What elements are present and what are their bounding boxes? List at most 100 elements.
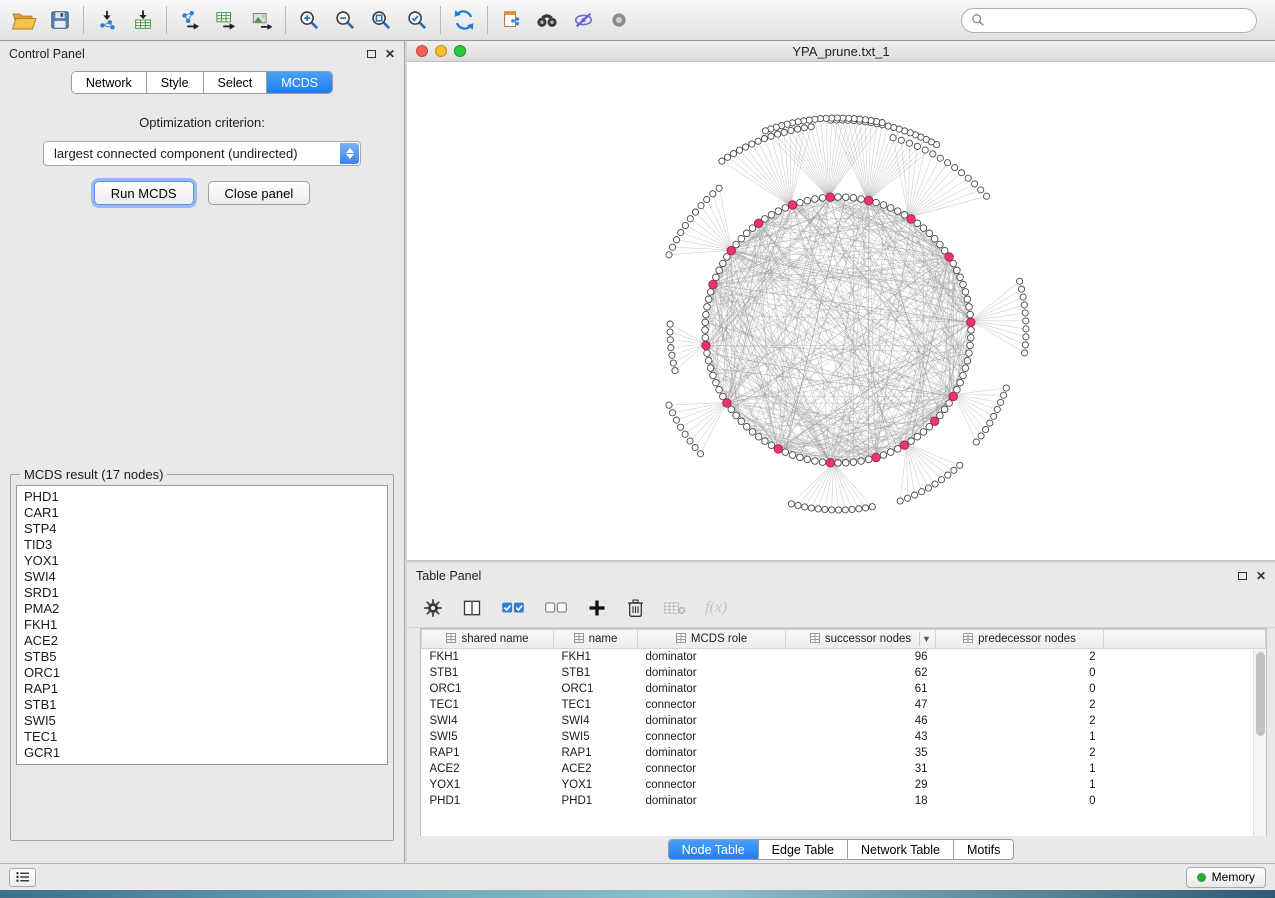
column-header-successor-nodes[interactable]: successor nodes▼ <box>786 630 936 649</box>
tab-edge-table[interactable]: Edge Table <box>759 840 848 859</box>
table-cell[interactable]: YOX1 <box>554 777 638 793</box>
duplicate-network-icon[interactable] <box>493 3 529 37</box>
close-panel-icon[interactable]: ✕ <box>385 47 395 61</box>
network-canvas[interactable] <box>407 62 1274 560</box>
table-cell[interactable]: ACE2 <box>422 761 554 777</box>
table-cell[interactable]: ORC1 <box>422 681 554 697</box>
table-cell[interactable]: dominator <box>638 649 786 665</box>
table-cell[interactable]: dominator <box>638 793 786 809</box>
sort-chevron-icon[interactable]: ▼ <box>919 632 933 646</box>
table-cell[interactable]: 0 <box>936 665 1104 681</box>
table-cell[interactable]: TEC1 <box>422 697 554 713</box>
table-cell[interactable]: connector <box>638 761 786 777</box>
result-node[interactable]: YOX1 <box>24 553 380 569</box>
table-cell[interactable]: SWI4 <box>554 713 638 729</box>
tab-mcds[interactable]: MCDS <box>267 72 332 93</box>
table-cell[interactable]: RAP1 <box>554 745 638 761</box>
column-header-MCDS-role[interactable]: MCDS role <box>638 630 786 649</box>
table-cell[interactable]: 1 <box>936 729 1104 745</box>
criterion-dropdown[interactable]: largest connected component (undirected) <box>43 141 361 166</box>
table-cell[interactable]: dominator <box>638 745 786 761</box>
table-cell[interactable]: 1 <box>936 761 1104 777</box>
result-node[interactable]: SWI5 <box>24 713 380 729</box>
result-node[interactable]: PHD1 <box>24 489 380 505</box>
node-table[interactable]: shared namenameMCDS rolesuccessor nodes▼… <box>420 628 1267 836</box>
search-box[interactable] <box>961 8 1257 33</box>
table-row[interactable]: ACE2ACE2connector311 <box>422 761 1266 777</box>
tab-node-table[interactable]: Node Table <box>669 840 759 859</box>
run-mcds-button[interactable]: Run MCDS <box>94 181 194 205</box>
zoom-in-icon[interactable] <box>291 3 327 37</box>
table-cell[interactable]: TEC1 <box>554 697 638 713</box>
delete-row-icon[interactable] <box>626 598 645 618</box>
scrollbar-thumb[interactable] <box>1256 652 1265 736</box>
network-view[interactable] <box>407 62 1275 560</box>
status-menu-icon[interactable] <box>9 868 36 887</box>
table-cell[interactable]: 18 <box>786 793 936 809</box>
columns-icon[interactable] <box>462 598 482 618</box>
table-cell[interactable]: SWI5 <box>554 729 638 745</box>
select-all-icon[interactable] <box>501 599 525 617</box>
column-header-predecessor-nodes[interactable]: predecessor nodes <box>936 630 1104 649</box>
deselect-all-icon[interactable] <box>544 599 568 617</box>
refresh-layout-icon[interactable] <box>446 3 482 37</box>
hide-details-icon[interactable] <box>565 3 601 37</box>
table-scrollbar[interactable] <box>1253 649 1266 836</box>
tab-network-table[interactable]: Network Table <box>848 840 954 859</box>
open-session-icon[interactable] <box>6 3 42 37</box>
table-row[interactable]: ORC1ORC1dominator610 <box>422 681 1266 697</box>
result-node[interactable]: ORC1 <box>24 665 380 681</box>
result-node[interactable]: RAP1 <box>24 681 380 697</box>
table-cell[interactable]: dominator <box>638 665 786 681</box>
result-node[interactable]: ACE2 <box>24 633 380 649</box>
table-cell[interactable]: 2 <box>936 697 1104 713</box>
table-cell[interactable]: 0 <box>936 793 1104 809</box>
table-cell[interactable]: 29 <box>786 777 936 793</box>
clear-table-icon[interactable] <box>664 599 686 617</box>
zoom-fit-icon[interactable] <box>363 3 399 37</box>
result-node[interactable]: CAR1 <box>24 505 380 521</box>
memory-button[interactable]: Memory <box>1186 867 1266 888</box>
table-cell[interactable]: PHD1 <box>422 793 554 809</box>
float-table-panel-icon[interactable] <box>1238 572 1247 580</box>
result-node[interactable]: STB5 <box>24 649 380 665</box>
table-row[interactable]: SWI5SWI5connector431 <box>422 729 1266 745</box>
table-cell[interactable]: 43 <box>786 729 936 745</box>
gear-icon[interactable] <box>423 598 443 618</box>
zoom-out-icon[interactable] <box>327 3 363 37</box>
result-node[interactable]: PMA2 <box>24 601 380 617</box>
tab-select[interactable]: Select <box>204 72 268 93</box>
table-cell[interactable]: FKH1 <box>554 649 638 665</box>
result-node[interactable]: FKH1 <box>24 617 380 633</box>
tab-network[interactable]: Network <box>72 72 147 93</box>
table-cell[interactable]: 61 <box>786 681 936 697</box>
tab-style[interactable]: Style <box>147 72 204 93</box>
result-node[interactable]: SRD1 <box>24 585 380 601</box>
search-network-icon[interactable] <box>529 3 565 37</box>
table-cell[interactable]: STB1 <box>554 665 638 681</box>
window-minimize-button[interactable] <box>435 45 447 57</box>
close-mcds-panel-button[interactable]: Close panel <box>208 181 311 205</box>
table-cell[interactable]: STB1 <box>422 665 554 681</box>
table-cell[interactable]: PHD1 <box>554 793 638 809</box>
result-node[interactable]: GCR1 <box>24 745 380 761</box>
table-row[interactable]: STB1STB1dominator620 <box>422 665 1266 681</box>
export-table-icon[interactable] <box>208 3 244 37</box>
result-node[interactable]: STB1 <box>24 697 380 713</box>
result-node[interactable]: SWI4 <box>24 569 380 585</box>
zoom-selected-icon[interactable] <box>399 3 435 37</box>
table-cell[interactable]: 31 <box>786 761 936 777</box>
import-table-file-icon[interactable] <box>125 3 161 37</box>
table-cell[interactable]: 2 <box>936 745 1104 761</box>
table-cell[interactable]: 96 <box>786 649 936 665</box>
table-cell[interactable]: ORC1 <box>554 681 638 697</box>
function-builder-button[interactable]: f(x) <box>705 599 727 617</box>
import-network-file-icon[interactable] <box>89 3 125 37</box>
table-cell[interactable]: SWI5 <box>422 729 554 745</box>
table-cell[interactable]: dominator <box>638 681 786 697</box>
table-cell[interactable]: FKH1 <box>422 649 554 665</box>
column-header-name[interactable]: name <box>554 630 638 649</box>
table-cell[interactable]: dominator <box>638 713 786 729</box>
table-row[interactable]: YOX1YOX1connector291 <box>422 777 1266 793</box>
table-cell[interactable]: 46 <box>786 713 936 729</box>
